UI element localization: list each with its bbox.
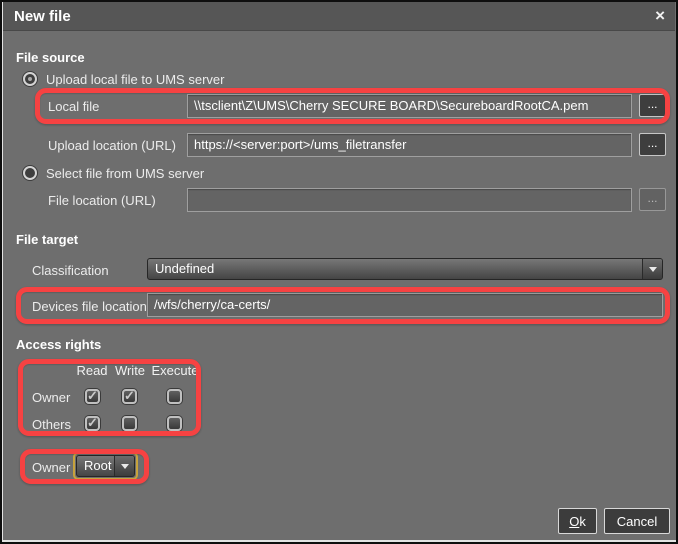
owner-dropdown-focus-ring: Root bbox=[73, 452, 138, 480]
classification-label: Classification bbox=[32, 263, 109, 278]
local-file-input[interactable]: \\tsclient\Z\UMS\Cherry SECURE BOARD\Sec… bbox=[187, 94, 632, 118]
upload-location-label: Upload location (URL) bbox=[48, 138, 176, 153]
local-file-label: Local file bbox=[48, 99, 99, 114]
classification-dropdown[interactable]: Undefined bbox=[147, 258, 663, 280]
owner-row-label: Owner bbox=[32, 390, 70, 405]
devices-file-location-label: Devices file location bbox=[32, 299, 147, 314]
owner-dropdown[interactable]: Root bbox=[76, 455, 135, 477]
title-bar: New file × bbox=[3, 2, 675, 31]
close-icon[interactable]: × bbox=[655, 6, 665, 26]
cancel-button-label: Cancel bbox=[617, 514, 657, 529]
file-location-input[interactable] bbox=[187, 188, 632, 212]
radio-upload-local-file[interactable] bbox=[23, 72, 37, 86]
access-rights-header: Access rights bbox=[16, 337, 101, 352]
classification-value: Undefined bbox=[155, 261, 214, 276]
new-file-dialog: New file × File source Upload local file… bbox=[0, 0, 678, 544]
devices-file-location-input[interactable]: /wfs/cherry/ca-certs/ bbox=[147, 293, 663, 317]
owner-execute-checkbox[interactable] bbox=[167, 389, 182, 404]
radio-upload-local-file-label: Upload local file to UMS server bbox=[46, 72, 224, 87]
radio-select-from-ums-label: Select file from UMS server bbox=[46, 166, 204, 181]
dialog-title: New file bbox=[14, 8, 71, 25]
others-read-checkbox[interactable] bbox=[85, 416, 100, 431]
chevron-down-icon[interactable] bbox=[642, 259, 662, 279]
local-file-browse-button[interactable]: ... bbox=[639, 94, 666, 117]
chevron-down-icon[interactable] bbox=[114, 456, 134, 476]
column-header-write: Write bbox=[115, 363, 145, 378]
owner-select-label: Owner bbox=[32, 460, 70, 475]
others-row-label: Others bbox=[32, 417, 71, 432]
owner-dropdown-value: Root bbox=[84, 458, 111, 473]
owner-write-checkbox[interactable] bbox=[122, 389, 137, 404]
column-header-execute: Execute bbox=[152, 363, 199, 378]
others-write-checkbox[interactable] bbox=[122, 416, 137, 431]
file-source-header: File source bbox=[16, 50, 85, 65]
ok-button[interactable]: Ok bbox=[558, 508, 597, 534]
cancel-button[interactable]: Cancel bbox=[604, 508, 670, 534]
owner-read-checkbox[interactable] bbox=[85, 389, 100, 404]
file-target-header: File target bbox=[16, 232, 78, 247]
file-location-browse-button[interactable]: ... bbox=[639, 188, 666, 211]
ok-button-label: Ok bbox=[569, 514, 586, 529]
file-location-label: File location (URL) bbox=[48, 193, 156, 208]
upload-location-input[interactable]: https://<server:port>/ums_filetransfer bbox=[187, 133, 632, 157]
others-execute-checkbox[interactable] bbox=[167, 416, 182, 431]
radio-select-from-ums[interactable] bbox=[23, 166, 37, 180]
upload-location-browse-button[interactable]: ... bbox=[639, 133, 666, 156]
column-header-read: Read bbox=[76, 363, 107, 378]
